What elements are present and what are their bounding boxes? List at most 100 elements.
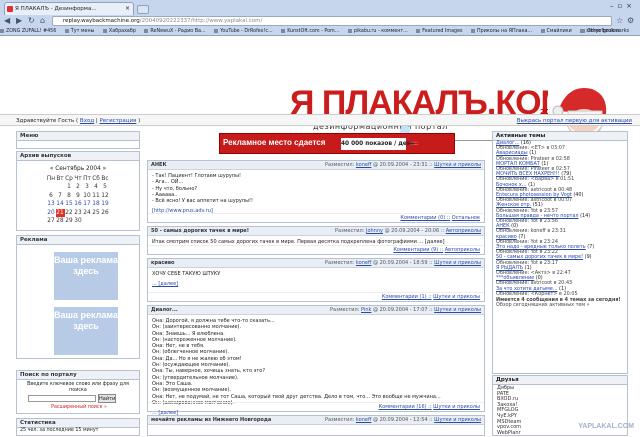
calendar-day: 26 <box>101 209 110 218</box>
post-line: - Всё ясно! У вас аппетит на шурупы!! <box>152 198 480 204</box>
window-controls[interactable]: –▫× <box>610 2 636 10</box>
ad-placeholder[interactable]: Ваша реклама здесь <box>54 252 118 300</box>
calendar-day[interactable]: 17 <box>83 200 92 209</box>
bookmark-item[interactable]: ReNewuX - Радио Ва... <box>144 29 205 34</box>
back-icon[interactable]: ◀ <box>4 16 10 26</box>
activation-link[interactable]: Выкрась портал первую для активации <box>517 115 632 127</box>
calendar-month[interactable]: « Сентябрь 2004 » <box>47 165 110 174</box>
comments-link[interactable]: Комментарии (0) :: <box>400 215 450 221</box>
post-body: - Так! Пациент! Глотаем шурупы!- Ага... … <box>148 170 484 218</box>
wrench-icon[interactable]: ⚙ <box>627 16 634 26</box>
banner-impressions: 40 000 показов / день <box>341 138 406 150</box>
post-meta: Разместил: koneff @ 20.09.2004 - 12:54 :… <box>325 416 481 425</box>
footer-category-link[interactable]: Автоприколы <box>445 247 480 253</box>
browser-tab[interactable]: Я ПЛАКАЛЪ - Дезинформа... × <box>4 2 134 15</box>
other-bookmarks[interactable]: Other bookmarks <box>581 27 629 36</box>
address-bar[interactable]: replay.waybackmachine.org/20040920222337… <box>52 16 612 26</box>
calendar-day <box>56 183 65 192</box>
menu-box: Меню <box>16 131 140 149</box>
post-author[interactable]: Pink <box>361 307 371 313</box>
bookmark-star-icon[interactable]: ☆ <box>616 16 623 26</box>
footer-category-link[interactable]: Шутки и приколы <box>433 404 480 410</box>
calendar-day[interactable]: 19 <box>101 200 110 209</box>
calendar-day <box>83 217 92 226</box>
search-input[interactable] <box>28 395 96 402</box>
post-title[interactable]: Диалог... <box>151 307 178 313</box>
calendar-day: 28 <box>56 217 65 226</box>
post-category[interactable]: Шутки и приколы <box>434 260 481 266</box>
post-date: @ 20.09.2004 - 20:06 <box>385 228 440 234</box>
comments-link[interactable]: Комментарии (1) :: <box>382 294 432 300</box>
bookmark-item[interactable]: Featured Images <box>416 29 462 34</box>
calendar-day: 6 <box>47 192 56 201</box>
advanced-search-link[interactable]: Расширенный поиск » <box>17 405 141 410</box>
calendar-day[interactable]: 14 <box>56 200 65 209</box>
post-title[interactable]: мечайте рекламы из Нижнего Новгорода <box>151 417 271 423</box>
home-icon[interactable]: ⌂ <box>40 16 45 26</box>
favicon-icon <box>7 6 13 12</box>
calendar-day[interactable]: 21 <box>56 209 65 218</box>
post-meta-label: Разместил: <box>330 307 359 313</box>
footer-category-link[interactable]: Шутки и приколы <box>433 294 480 300</box>
post-line: Она: Нет, не подумай, не тот Саша, котор… <box>152 394 480 400</box>
stats-box: Статистика 25 чел. за последние 15 минут <box>16 418 140 436</box>
calendar-day: 11 <box>92 192 101 201</box>
comments-link[interactable]: Комментарии (9) :: <box>393 247 443 253</box>
bookmark-item[interactable]: ZONG ZUFALL! #456 <box>0 29 56 34</box>
active-topic-item[interactable]: За что хотите дагыме... (1)Обновление: <… <box>493 287 627 297</box>
post-date: @ 20.09.2004 - 12:54 <box>373 417 428 423</box>
post-category[interactable]: Шутки и приколы <box>434 417 481 423</box>
calendar-day[interactable]: 15 <box>65 200 74 209</box>
forward-icon[interactable]: ▶ <box>16 16 22 26</box>
post-date: @ 20.09.2004 - 18:59 <box>373 260 428 266</box>
topic-count: (7) <box>587 244 594 250</box>
post-meta-label: Разместил: <box>325 162 354 168</box>
watermark: YAPLAKAL.COM <box>578 423 634 430</box>
post-header: красиво Разместил: koneff @ 20.09.2004 - … <box>148 259 484 268</box>
today-overview-link[interactable]: Обзор сегодняшних активных тем » <box>493 303 627 308</box>
post-meta: Разместил: koneff @ 20.09.2004 - 23:31 :… <box>325 161 481 170</box>
bookmark-item[interactable]: pikabu.ru - коммент... <box>348 29 408 34</box>
post-author[interactable]: koneff <box>356 162 371 168</box>
post-title[interactable]: 50 - самых дорогих тачек в мире! <box>151 228 249 234</box>
ad-banner[interactable]: Рекламное место сдается 40 000 показов /… <box>219 133 455 154</box>
search-button[interactable]: Найти <box>98 394 116 403</box>
bookmark-item[interactable]: Смайлики <box>541 29 572 34</box>
bookmark-item[interactable]: YouTube - DrRofex!c... <box>214 29 273 34</box>
calendar-day[interactable]: 13 <box>47 200 56 209</box>
post-author[interactable]: koneff <box>356 417 371 423</box>
post-category[interactable]: Шутки и приколы <box>434 162 481 168</box>
calendar-day: 24 <box>83 209 92 218</box>
new-tab-button[interactable] <box>137 5 149 14</box>
close-tab-icon[interactable]: × <box>125 3 130 15</box>
calendar-day-header: Вс <box>101 175 110 184</box>
calendar-day[interactable]: 18 <box>92 200 101 209</box>
ad-placeholder[interactable]: Ваша реклама здесь <box>54 307 118 355</box>
calendar-day[interactable]: 20 <box>47 209 56 218</box>
calendar-day: 9 <box>74 192 83 201</box>
bookmark-item[interactable]: Хабрахабр <box>103 29 136 34</box>
register-link[interactable]: Регистрация <box>99 118 136 124</box>
calendar-day: 2 <box>74 183 83 192</box>
bookmark-item[interactable]: Тут мены <box>65 29 95 34</box>
bookmark-item[interactable]: KunstOft.com - Pom... <box>281 29 339 34</box>
login-link[interactable]: Вход <box>80 118 94 124</box>
reload-icon[interactable]: ↻ <box>28 16 35 26</box>
bookmark-item[interactable]: Приколы на ЯПлака... <box>471 29 532 34</box>
post-title[interactable]: красиво <box>151 260 174 266</box>
footer-category-link[interactable]: Остальное <box>452 215 480 221</box>
calendar-day[interactable]: 16 <box>74 200 83 209</box>
post-meta: Разместил: koneff @ 20.09.2004 - 18:59 :… <box>325 259 481 268</box>
calendar-day <box>47 183 56 192</box>
post-category[interactable]: Автоприколы <box>446 228 481 234</box>
post-category[interactable]: Шутки и приколы <box>434 307 481 313</box>
calendar-day-header: Вт <box>56 175 65 184</box>
calendar-day-header: Ср <box>65 175 74 184</box>
post-author[interactable]: koneff <box>356 260 371 266</box>
post-title[interactable]: АНЕК <box>151 162 167 168</box>
comments-link[interactable]: Комментарии (16) :: <box>379 404 432 410</box>
post-author[interactable]: Johnny <box>366 228 383 234</box>
topic-count: (40) <box>573 192 583 198</box>
post-meta-label: Разместил: <box>325 260 354 266</box>
post-link[interactable]: ... [далее] <box>152 281 178 287</box>
